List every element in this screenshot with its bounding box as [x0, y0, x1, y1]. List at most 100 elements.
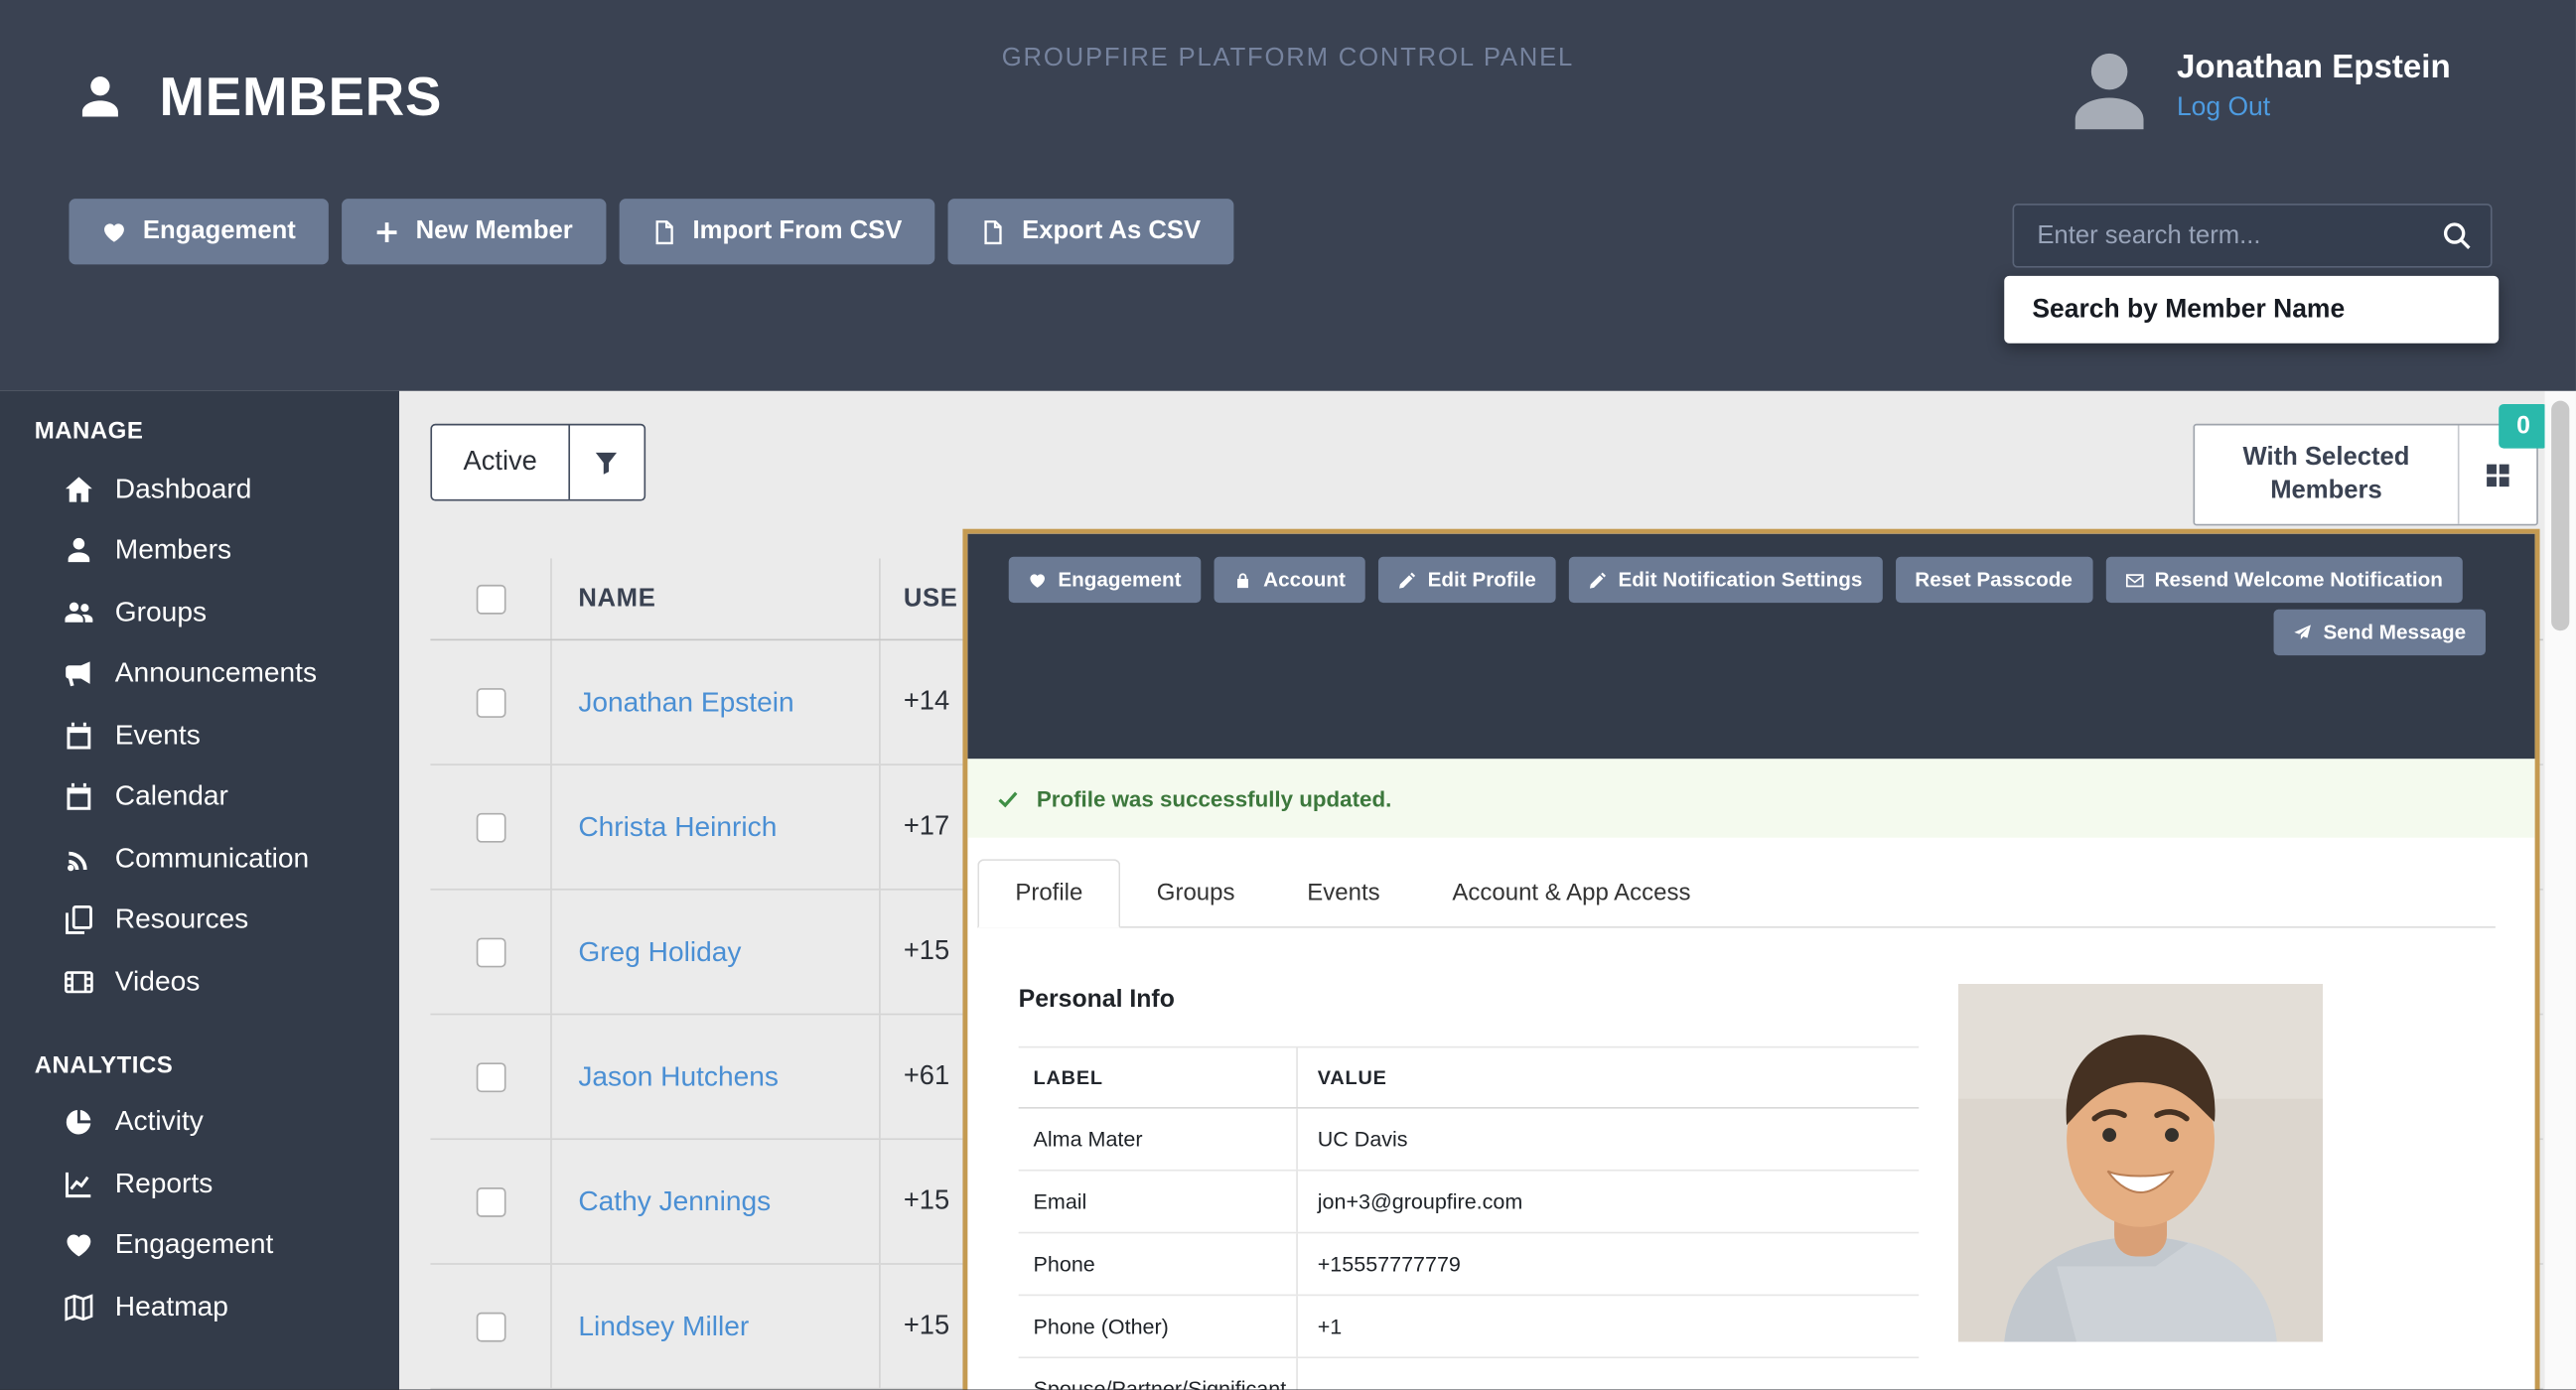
search-input[interactable] — [2014, 220, 2442, 251]
sidebar-item-label: Dashboard — [114, 473, 252, 504]
sidebar-item-label: Heatmap — [114, 1290, 228, 1322]
row-checkbox[interactable] — [475, 687, 505, 718]
rss-icon — [63, 844, 95, 874]
edit-profile-button[interactable]: Edit Profile — [1377, 556, 1556, 604]
row-checkbox[interactable] — [475, 936, 505, 967]
sidebar-item-videos[interactable]: Videos — [0, 951, 399, 1013]
reset-passcode-button[interactable]: Reset Passcode — [1895, 556, 2092, 604]
column-header-name[interactable]: NAME — [552, 558, 881, 639]
row-checkbox[interactable] — [475, 812, 505, 842]
envelope-icon — [2125, 571, 2143, 589]
tab-profile[interactable]: Profile — [977, 859, 1121, 928]
button-label: Account — [1263, 568, 1346, 592]
user-meta: Jonathan Epstein Log Out — [2177, 46, 2451, 123]
sidebar-item-events[interactable]: Events — [0, 705, 399, 766]
sidebar-item-calendar[interactable]: Calendar — [0, 766, 399, 828]
search-icon[interactable] — [2441, 220, 2472, 251]
info-row: Phone (Other) +1 — [1018, 1296, 1920, 1359]
scrollbar-thumb[interactable] — [2551, 400, 2570, 631]
status-filter-dropdown[interactable]: Active — [430, 423, 646, 501]
member-name-link[interactable]: Jonathan Epstein — [578, 686, 793, 719]
info-label: Phone (Other) — [1019, 1296, 1298, 1357]
row-checkbox[interactable] — [475, 1186, 505, 1217]
import-csv-button[interactable]: Import From CSV — [619, 199, 935, 265]
with-selected-members-button[interactable]: With Selected Members 0 — [2193, 403, 2548, 526]
info-column-value: VALUE — [1317, 1065, 1387, 1089]
top-header: MEMBERS GROUPFIRE PLATFORM CONTROL PANEL… — [0, 0, 2576, 391]
sidebar-item-label: Activity — [114, 1105, 204, 1138]
sidebar-item-resources[interactable]: Resources — [0, 890, 399, 951]
sidebar-item-dashboard[interactable]: Dashboard — [0, 459, 399, 520]
sidebar-item-groups[interactable]: Groups — [0, 582, 399, 643]
sidebar-item-label: Videos — [114, 965, 201, 997]
logout-link[interactable]: Log Out — [2177, 93, 2451, 123]
sidebar-item-label: Resources — [114, 904, 249, 935]
scrollbar-track[interactable] — [2544, 390, 2576, 1390]
engagement-button[interactable]: Engagement — [69, 199, 329, 265]
info-value: +1 — [1317, 1314, 1343, 1339]
button-label: Resend Welcome Notification — [2154, 568, 2443, 592]
sidebar-item-label: Members — [114, 534, 232, 566]
heart-icon — [1029, 571, 1047, 589]
button-label: Export As CSV — [1022, 216, 1202, 245]
paper-plane-icon — [2294, 624, 2312, 641]
page-title: MEMBERS — [159, 66, 443, 127]
tab-events[interactable]: Events — [1271, 861, 1416, 926]
member-name-link[interactable]: Jason Hutchens — [578, 1060, 779, 1093]
user-icon — [63, 536, 95, 566]
sidebar-item-label: Engagement — [114, 1228, 274, 1261]
selected-count-badge: 0 — [2499, 403, 2548, 449]
sidebar-item-communication[interactable]: Communication — [0, 828, 399, 890]
info-row: Email jon+3@groupfire.com — [1018, 1171, 1920, 1234]
panel-engagement-button[interactable]: Engagement — [1008, 556, 1202, 604]
search-dropdown-option[interactable]: Search by Member Name — [2004, 275, 2500, 344]
sidebar-item-label: Calendar — [114, 780, 228, 812]
info-value: +15557777779 — [1317, 1251, 1461, 1277]
pencil-icon — [1398, 571, 1416, 589]
sidebar-section-manage: MANAGE — [34, 418, 144, 446]
button-label: Edit Notification Settings — [1618, 568, 1863, 592]
button-label: Edit Profile — [1427, 568, 1536, 592]
info-row: Spouse/Partner/Significant — [1019, 1358, 1920, 1390]
sidebar-item-label: Groups — [114, 596, 208, 627]
member-name-link[interactable]: Christa Heinrich — [578, 810, 777, 843]
member-name-link[interactable]: Lindsey Miller — [578, 1310, 749, 1342]
info-label: Spouse/Partner/Significant — [1019, 1358, 1298, 1390]
resend-welcome-notification-button[interactable]: Resend Welcome Notification — [2104, 556, 2463, 604]
info-column-label: LABEL — [1019, 1047, 1298, 1107]
export-csv-button[interactable]: Export As CSV — [947, 199, 1234, 265]
member-name-link[interactable]: Greg Holiday — [578, 935, 741, 968]
sidebar-item-label: Events — [114, 719, 201, 751]
send-message-button[interactable]: Send Message — [2273, 609, 2486, 656]
tab-groups[interactable]: Groups — [1120, 861, 1270, 926]
sidebar-item-announcements[interactable]: Announcements — [0, 643, 399, 705]
personal-info-table: LABEL VALUE Alma Mater UC Davis Email jo… — [1018, 1045, 1920, 1390]
member-name-link[interactable]: Cathy Jennings — [578, 1185, 771, 1218]
row-checkbox[interactable] — [475, 1061, 505, 1092]
sidebar-item-heatmap[interactable]: Heatmap — [0, 1276, 399, 1337]
film-icon — [63, 967, 95, 997]
heart-icon — [63, 1230, 95, 1260]
new-member-button[interactable]: New Member — [342, 199, 606, 265]
sidebar-item-label: Communication — [114, 842, 310, 874]
pencil-icon — [1589, 571, 1607, 589]
info-label: Alma Mater — [1019, 1108, 1298, 1170]
sidebar-item-reports[interactable]: Reports — [0, 1153, 399, 1214]
calendar-icon — [63, 721, 95, 751]
sidebar-item-members[interactable]: Members — [0, 520, 399, 582]
panel-account-button[interactable]: Account — [1214, 556, 1365, 604]
info-value: UC Davis — [1317, 1126, 1408, 1152]
file-icon — [651, 219, 676, 244]
sidebar-item-engagement[interactable]: Engagement — [0, 1214, 399, 1276]
row-checkbox[interactable] — [475, 1311, 505, 1341]
member-photo — [1957, 983, 2324, 1342]
alert-text: Profile was successfully updated. — [1036, 785, 1392, 811]
edit-notification-settings-button[interactable]: Edit Notification Settings — [1568, 556, 1883, 604]
select-all-checkbox[interactable] — [475, 584, 505, 614]
tab-account-app-access[interactable]: Account & App Access — [1416, 861, 1727, 926]
filter-icon — [570, 425, 644, 498]
sidebar-item-activity[interactable]: Activity — [0, 1091, 399, 1153]
with-selected-label: With Selected Members — [2242, 443, 2410, 504]
member-panel-body: Profile Groups Events Account & App Acce… — [967, 859, 2535, 1390]
line-chart-icon — [63, 1169, 95, 1198]
